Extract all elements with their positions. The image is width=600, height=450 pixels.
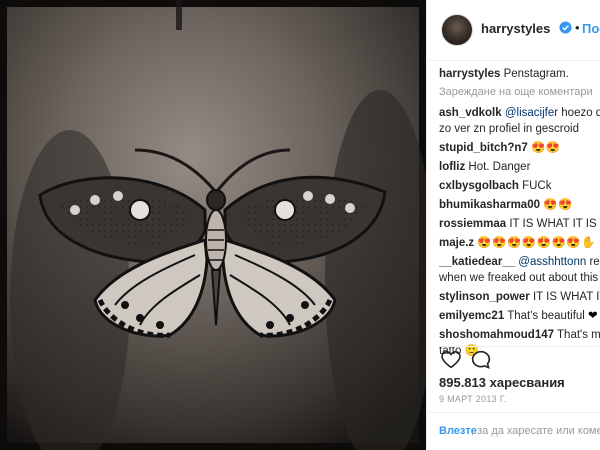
tattoo-image (0, 0, 426, 450)
comment-emoji: 😍😍😍😍😍😍😍✋ (477, 237, 596, 249)
comment-text: That's my favorite (557, 329, 600, 341)
comment-text: FUCk (518, 180, 552, 192)
post-date: 9 МАРТ 2013 Г. (439, 394, 507, 404)
caption: harrystyles Penstagram. (439, 66, 600, 82)
post-side-panel: harrystyles • Последва harrystyles Penst… (426, 0, 600, 450)
comment-username[interactable]: stupid_bitch?n7 (439, 142, 528, 154)
load-more-comments-link[interactable]: Зареждане на още коментари (439, 85, 600, 99)
comment-icon[interactable] (471, 350, 491, 370)
comment-username[interactable]: stylinson_power (439, 291, 530, 303)
comment-username[interactable]: lofliz (439, 161, 465, 173)
comment-mention[interactable]: @asshhttonn (518, 256, 586, 268)
comment-list: harrystyles Penstagram. Зареждане на още… (439, 66, 600, 362)
caption-text: Penstagram. (503, 68, 569, 80)
comment-item: bhumikasharma00 😍😍 (439, 197, 600, 213)
comment-emoji: 😍😍 (543, 199, 573, 211)
post-header: harrystyles • Последва (427, 0, 600, 61)
follow-button[interactable]: Последва (582, 21, 600, 36)
comment-emoji: ❤ (588, 310, 598, 322)
comment-item: stupid_bitch?n7 😍😍 (439, 140, 600, 156)
comment-item: lofliz Hot. Danger (439, 159, 600, 175)
comment-item: ash_vdkolk @lisacijfer hoezo de fuck zo … (439, 105, 600, 137)
comment-text: IT IS WHAT IT IS (506, 218, 597, 230)
comment-mention[interactable]: @lisacijfer (505, 107, 558, 119)
comment-username[interactable]: maje.z (439, 237, 474, 249)
comment-text: Hot. Danger (465, 161, 531, 173)
comment-username[interactable]: rossiemmaa (439, 218, 506, 230)
comment-item: stylinson_power IT IS WHAT IT IS (439, 289, 600, 305)
comment-username[interactable]: shoshomahmoud147 (439, 329, 554, 341)
comment-text: That's beautiful (504, 310, 589, 322)
caption-username[interactable]: harrystyles (439, 68, 500, 80)
comment-emoji: 😍😍 (531, 142, 561, 154)
heart-icon[interactable] (441, 351, 461, 369)
comment-text: IT IS WHAT IT IS (532, 291, 600, 303)
action-bar (439, 346, 599, 371)
comment-username[interactable]: emilyemc21 (439, 310, 504, 322)
comment-item: rossiemmaa IT IS WHAT IT IS (439, 216, 600, 232)
verified-badge-icon (559, 21, 572, 34)
comment-username[interactable]: bhumikasharma00 (439, 199, 540, 211)
login-prompt-text: , за да харесате или коментирате (471, 425, 600, 437)
comment-item: __katiedear__ @asshhttonn remember when … (439, 254, 600, 286)
comment-text: remember (589, 256, 600, 268)
likes-count[interactable]: 895.813 харесвания (439, 375, 565, 390)
comment-item: cxlbysgolbach FUCk (439, 178, 600, 194)
avatar[interactable] (441, 14, 473, 46)
comment-text-continued: when we freaked out about this (439, 272, 599, 284)
post-photo[interactable] (0, 0, 426, 450)
comment-username[interactable]: __katiedear__ (439, 256, 515, 268)
comment-text-continued: zo ver zn profiel in gescroid (439, 123, 579, 135)
comment-username[interactable]: ash_vdkolk (439, 107, 502, 119)
header-username[interactable]: harrystyles (481, 21, 550, 36)
comment-text: hoezo de fuck (561, 107, 600, 119)
comment-item: emilyemc21 That's beautiful ❤ (439, 308, 600, 324)
header-separator: • (575, 20, 580, 35)
login-prompt: Влезте , за да харесате или коментирате (427, 412, 600, 450)
comment-item: maje.z 😍😍😍😍😍😍😍✋ (439, 235, 600, 251)
comment-username[interactable]: cxlbysgolbach (439, 180, 519, 192)
